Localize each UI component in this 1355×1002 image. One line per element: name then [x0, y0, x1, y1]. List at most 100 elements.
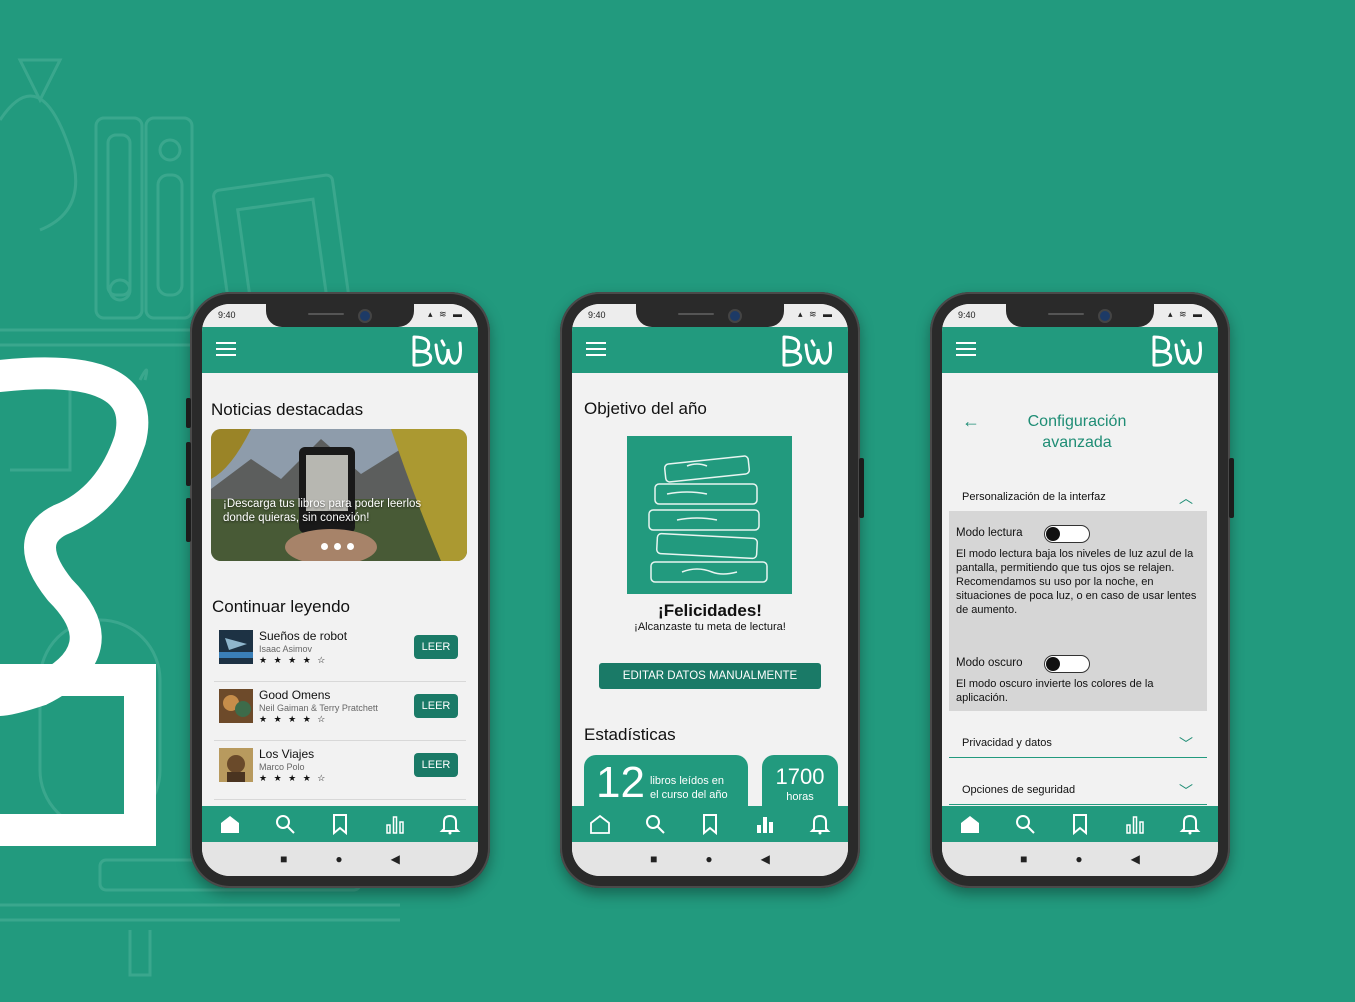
- recents-icon[interactable]: ■: [1020, 852, 1027, 866]
- read-button[interactable]: LEER: [414, 753, 458, 777]
- system-nav-bar: ■ ● ◀: [202, 842, 478, 876]
- carousel-dots[interactable]: [321, 543, 354, 550]
- system-nav-bar: ■ ● ◀: [572, 842, 848, 876]
- read-button[interactable]: LEER: [414, 635, 458, 659]
- signal-wifi-battery-icon: ▴ ≋ ▬: [797, 309, 834, 319]
- back-triangle-icon[interactable]: ◀: [391, 852, 400, 866]
- accordion-security[interactable]: Opciones de seguridad ﹀: [949, 776, 1207, 805]
- banner-text: ¡Descarga tus libros para poder leerlos …: [223, 498, 422, 524]
- book-author: Neil Gaiman & Terry Pratchett: [259, 703, 378, 713]
- book-cover: [219, 689, 253, 723]
- page-title-line-1: Configuración: [1027, 413, 1127, 430]
- phone-home: 9:40 ▴ ≋ ▬ Noticias destacadas ¡Descarga…: [186, 292, 490, 888]
- page-title: Configuración avanzada: [1002, 411, 1152, 453]
- accordion-personalization[interactable]: Personalización de la interfaz ︿: [949, 483, 1207, 512]
- bookmark-icon[interactable]: [1069, 813, 1091, 835]
- phone-settings: 9:40 ▴ ≋ ▬ ← Configuración avanzada Pers…: [930, 292, 1234, 888]
- phone-stats: 9:40 ▴ ≋ ▬ Objetivo del año ¡Felicidades…: [560, 292, 864, 888]
- app-bar: [202, 327, 478, 373]
- home-icon[interactable]: [219, 813, 241, 835]
- rating-stars: ★ ★ ★ ★ ☆: [259, 714, 328, 724]
- accordion-privacy[interactable]: Privacidad y datos ﹀: [949, 729, 1207, 758]
- books-read-value: 12: [596, 758, 645, 806]
- phone-screen: 9:40 ▴ ≋ ▬ ← Configuración avanzada Pers…: [942, 304, 1218, 876]
- system-nav-bar: ■ ● ◀: [942, 842, 1218, 876]
- status-time: 9:40: [218, 310, 236, 320]
- reading-mode-toggle[interactable]: [1044, 525, 1090, 543]
- book-row[interactable]: Sueños de robot Isaac Asimov ★ ★ ★ ★ ☆ L…: [214, 623, 466, 682]
- accordion-label: Opciones de seguridad: [962, 784, 1076, 796]
- book-title: Sueños de robot: [259, 629, 348, 643]
- accordion-label: Personalización de la interfaz: [962, 491, 1106, 503]
- stats-icon[interactable]: [384, 813, 406, 835]
- home-icon[interactable]: [589, 813, 611, 835]
- dark-mode-toggle[interactable]: [1044, 655, 1090, 673]
- dark-mode-label: Modo oscuro: [956, 657, 1023, 669]
- hours-value: 1700: [775, 764, 825, 789]
- home-circle-icon[interactable]: ●: [1075, 852, 1082, 866]
- books-read-label: libros leídos en: [650, 775, 724, 787]
- phone-screen: 9:40 ▴ ≋ ▬ Noticias destacadas ¡Descarga…: [202, 304, 478, 876]
- home-content: Noticias destacadas ¡Descarga tus libros…: [202, 373, 478, 806]
- signal-wifi-battery-icon: ▴ ≋ ▬: [1167, 309, 1204, 319]
- app-bar: [942, 327, 1218, 373]
- app-bar: [572, 327, 848, 373]
- books-stack-illustration: [627, 436, 792, 594]
- dark-mode-description: El modo oscuro invierte los colores de l…: [956, 678, 1154, 704]
- edit-data-button[interactable]: EDITAR DATOS MANUALMENTE: [599, 663, 821, 689]
- hours-label: horas: [786, 791, 814, 803]
- reading-mode-label: Modo lectura: [956, 527, 1023, 539]
- bell-icon[interactable]: [1179, 813, 1201, 835]
- stats-icon[interactable]: [754, 813, 776, 835]
- recents-icon[interactable]: ■: [280, 852, 287, 866]
- search-icon[interactable]: [1014, 813, 1036, 835]
- page-title-line-2: avanzada: [1042, 434, 1112, 451]
- bell-icon[interactable]: [439, 813, 461, 835]
- home-circle-icon[interactable]: ●: [335, 852, 342, 866]
- bw-logo: [412, 335, 462, 367]
- status-time: 9:40: [958, 310, 976, 320]
- bookmark-icon[interactable]: [699, 813, 721, 835]
- menu-icon[interactable]: [586, 342, 606, 356]
- accordion-personalization-body: Modo lectura El modo lectura baja los ni…: [949, 511, 1207, 711]
- books-read-card: 12 libros leídos en el curso del año: [584, 755, 748, 806]
- back-arrow-icon[interactable]: ←: [962, 411, 980, 432]
- settings-content: ← Configuración avanzada Personalización…: [942, 373, 1218, 806]
- menu-icon[interactable]: [216, 342, 236, 356]
- read-button[interactable]: LEER: [414, 694, 458, 718]
- news-banner[interactable]: ¡Descarga tus libros para poder leerlos …: [211, 429, 467, 561]
- books-read-label-2: el curso del año: [650, 789, 728, 801]
- phone-screen: 9:40 ▴ ≋ ▬ Objetivo del año ¡Felicidades…: [572, 304, 848, 876]
- book-author: Marco Polo: [259, 762, 305, 772]
- book-row[interactable]: Los Viajes Marco Polo ★ ★ ★ ★ ☆ LEER: [214, 741, 466, 800]
- section-title-continue: Continuar leyendo: [212, 597, 350, 616]
- recents-icon[interactable]: ■: [650, 852, 657, 866]
- bottom-nav: [942, 806, 1218, 842]
- book-author: Isaac Asimov: [259, 644, 313, 654]
- bell-icon[interactable]: [809, 813, 831, 835]
- congrats-subtitle: ¡Alcanzaste tu meta de lectura!: [634, 621, 786, 633]
- book-cover: [219, 630, 253, 664]
- back-triangle-icon[interactable]: ◀: [1131, 852, 1140, 866]
- stats-content: Objetivo del año ¡Felicidades! ¡Alcanzas…: [572, 373, 848, 806]
- menu-icon[interactable]: [956, 342, 976, 356]
- status-time: 9:40: [588, 310, 606, 320]
- home-circle-icon[interactable]: ●: [705, 852, 712, 866]
- accordion-label: Privacidad y datos: [962, 737, 1052, 749]
- book-title: Los Viajes: [259, 747, 315, 761]
- rating-stars: ★ ★ ★ ★ ☆: [259, 773, 328, 783]
- chevron-up-icon: ︿: [1179, 490, 1193, 506]
- rating-stars: ★ ★ ★ ★ ☆: [259, 655, 328, 665]
- bookmark-icon[interactable]: [329, 813, 351, 835]
- search-icon[interactable]: [274, 813, 296, 835]
- book-title: Good Omens: [259, 688, 331, 702]
- search-icon[interactable]: [644, 813, 666, 835]
- back-triangle-icon[interactable]: ◀: [761, 852, 770, 866]
- chevron-down-icon: ﹀: [1179, 736, 1193, 752]
- bottom-nav: [202, 806, 478, 842]
- book-row[interactable]: Good Omens Neil Gaiman & Terry Pratchett…: [214, 682, 466, 741]
- congrats-title: ¡Felicidades!: [658, 601, 762, 620]
- bw-logo: [782, 335, 832, 367]
- stats-icon[interactable]: [1124, 813, 1146, 835]
- home-icon[interactable]: [959, 813, 981, 835]
